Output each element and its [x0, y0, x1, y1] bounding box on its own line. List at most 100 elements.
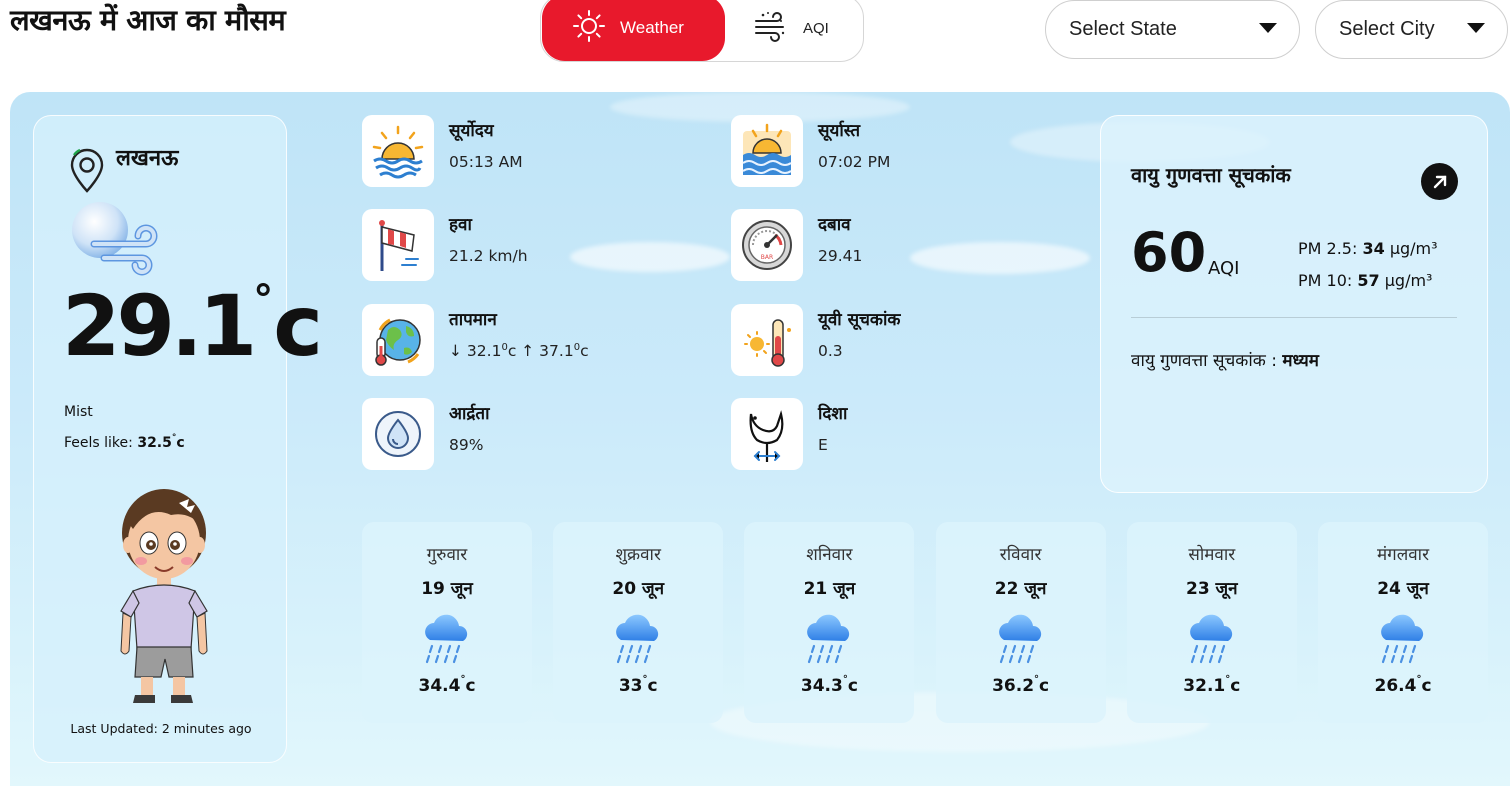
forecast-temp-unit: c [1230, 676, 1241, 696]
forecast-date: 19 जून [421, 579, 473, 599]
city-name: लखनऊ [116, 146, 179, 171]
aqi-unit: AQI [1208, 258, 1240, 279]
wind-value: 21.2 km/h [449, 247, 528, 265]
forecast-temp-unit: c [465, 676, 476, 696]
aqi-title: वायु गुणवत्ता सूचकांक [1131, 163, 1291, 187]
chevron-down-icon [1467, 23, 1485, 33]
forecast-temp-value: 36.2 [992, 676, 1035, 696]
feels-like-label: Feels like: [64, 435, 138, 451]
pm25-label: PM 2.5: [1298, 239, 1363, 258]
forecast-day-card: शुक्रवार 20 जून 33°c [553, 522, 724, 723]
chevron-down-icon [1259, 23, 1277, 33]
tab-weather[interactable]: Weather [542, 0, 725, 61]
tab-aqi-label: AQI [803, 19, 829, 37]
rain-cloud-icon [1376, 612, 1430, 670]
direction-label: दिशा [818, 404, 848, 424]
forecast-date: 22 जून [994, 579, 1047, 599]
pm10-label: PM 10: [1298, 271, 1358, 290]
sun-icon [572, 9, 606, 48]
forecast-date: 23 जून [1185, 579, 1238, 599]
uv-value: 0.3 [818, 342, 843, 360]
temperature-label: तापमान [449, 310, 497, 330]
sunrise-icon [362, 115, 434, 187]
weathervane-icon [731, 398, 803, 470]
pressure-label: दबाव [818, 215, 851, 235]
current-temp-unit: c [273, 277, 323, 375]
forecast-temp: 34.4°c [362, 674, 532, 696]
sunrise-value: 05:13 AM [449, 153, 523, 171]
weather-condition: Mist [64, 404, 93, 420]
select-state-label: Select State [1069, 18, 1177, 40]
forecast-day-name: रविवार [999, 545, 1042, 565]
sunset-icon [731, 115, 803, 187]
aqi-divider [1131, 317, 1457, 318]
current-weather-card: लखनऊ 29.1 ° c Mist Feels like: 32.5°c La… [33, 115, 323, 763]
humidity-value: 89% [449, 436, 484, 454]
rain-cloud-icon [994, 612, 1048, 670]
pm25-value: 34 [1362, 239, 1385, 258]
forecast-temp-value: 34.4 [418, 676, 461, 696]
pressure-value: 29.41 [818, 247, 863, 265]
forecast-temp-unit: c [847, 676, 858, 696]
sunrise-label: सूर्योदय [449, 121, 494, 141]
aqi-status-value: मध्यम [1282, 351, 1319, 371]
weather-aqi-toggle: Weather AQI [540, 0, 864, 62]
degree-symbol: ° [253, 277, 273, 323]
forecast-day-name: सोमवार [1188, 545, 1236, 565]
rain-cloud-icon [420, 612, 474, 670]
forecast-date: 21 जून [803, 579, 856, 599]
feels-like: Feels like: 32.5°c [64, 433, 185, 451]
aqi-value: 60 [1131, 221, 1207, 284]
forecast-temp-value: 26.4 [1374, 676, 1417, 696]
pm10-reading: PM 10: 57 µg/m³ [1298, 271, 1432, 290]
tab-aqi[interactable]: AQI [753, 0, 863, 61]
temp-max-unit: c [580, 342, 589, 361]
sunset-label: सूर्यास्त [818, 121, 861, 141]
pm10-unit: µg/m³ [1379, 271, 1433, 290]
direction-value: E [818, 436, 828, 454]
uv-index-icon [731, 304, 803, 376]
forecast-temp: 33°c [553, 674, 723, 696]
forecast-day-card: रविवार 22 जून 36.2°c [935, 522, 1106, 723]
rain-cloud-icon [1185, 612, 1239, 670]
forecast-date: 24 जून [1377, 579, 1429, 599]
forecast-temp-unit: c [647, 676, 658, 696]
select-state-dropdown[interactable]: Select State [1045, 0, 1300, 59]
pm25-reading: PM 2.5: 34 µg/m³ [1298, 239, 1438, 258]
temp-min: ↓ 32.1 [449, 342, 502, 361]
cloud-wind-icon [64, 198, 164, 282]
forecast-temp-value: 32.1 [1183, 676, 1226, 696]
rain-cloud-icon [611, 612, 665, 670]
humidity-label: आर्द्रता [449, 404, 490, 424]
uv-label: यूवी सूचकांक [818, 310, 901, 330]
forecast-temp-unit: c [1421, 676, 1432, 696]
aqi-status-label: वायु गुणवत्ता सूचकांक : [1131, 351, 1283, 371]
svg-text:BAR: BAR [761, 254, 773, 261]
forecast-day-card: गुरुवार 19 जून 34.4°c [362, 522, 532, 723]
sunset-value: 07:02 PM [818, 153, 891, 171]
wind-lines-icon [753, 9, 789, 48]
globe-thermometer-icon [362, 304, 434, 376]
select-city-label: Select City [1339, 18, 1435, 40]
forecast-temp: 32.1°c [1127, 674, 1297, 696]
select-city-dropdown[interactable]: Select City [1315, 0, 1508, 59]
humidity-drop-icon [362, 398, 434, 470]
feels-like-unit: c [176, 435, 185, 451]
rain-cloud-icon [802, 612, 856, 670]
feels-like-value: 32.5 [137, 435, 172, 451]
page-title: लखनऊ में आज का मौसम [10, 3, 286, 37]
forecast-temp-unit: c [1039, 676, 1050, 696]
pm25-unit: µg/m³ [1384, 239, 1438, 258]
windsock-icon [362, 209, 434, 281]
forecast-temp: 34.3°c [744, 674, 914, 696]
arrow-up-right-icon[interactable] [1421, 163, 1458, 200]
wind-label: हवा [449, 215, 472, 235]
forecast-day-card: शनिवार 21 जून 34.3°c [744, 522, 915, 723]
forecast-date: 20 जून [612, 579, 664, 599]
forecast-temp-value: 33 [618, 676, 643, 696]
location-pin-icon [68, 147, 106, 197]
current-temp-value: 29.1 [62, 277, 257, 375]
forecast-day-name: मंगलवार [1376, 545, 1430, 565]
cartoon-boy-illustration [109, 481, 219, 710]
forecast-temp: 36.2°c [936, 674, 1106, 696]
